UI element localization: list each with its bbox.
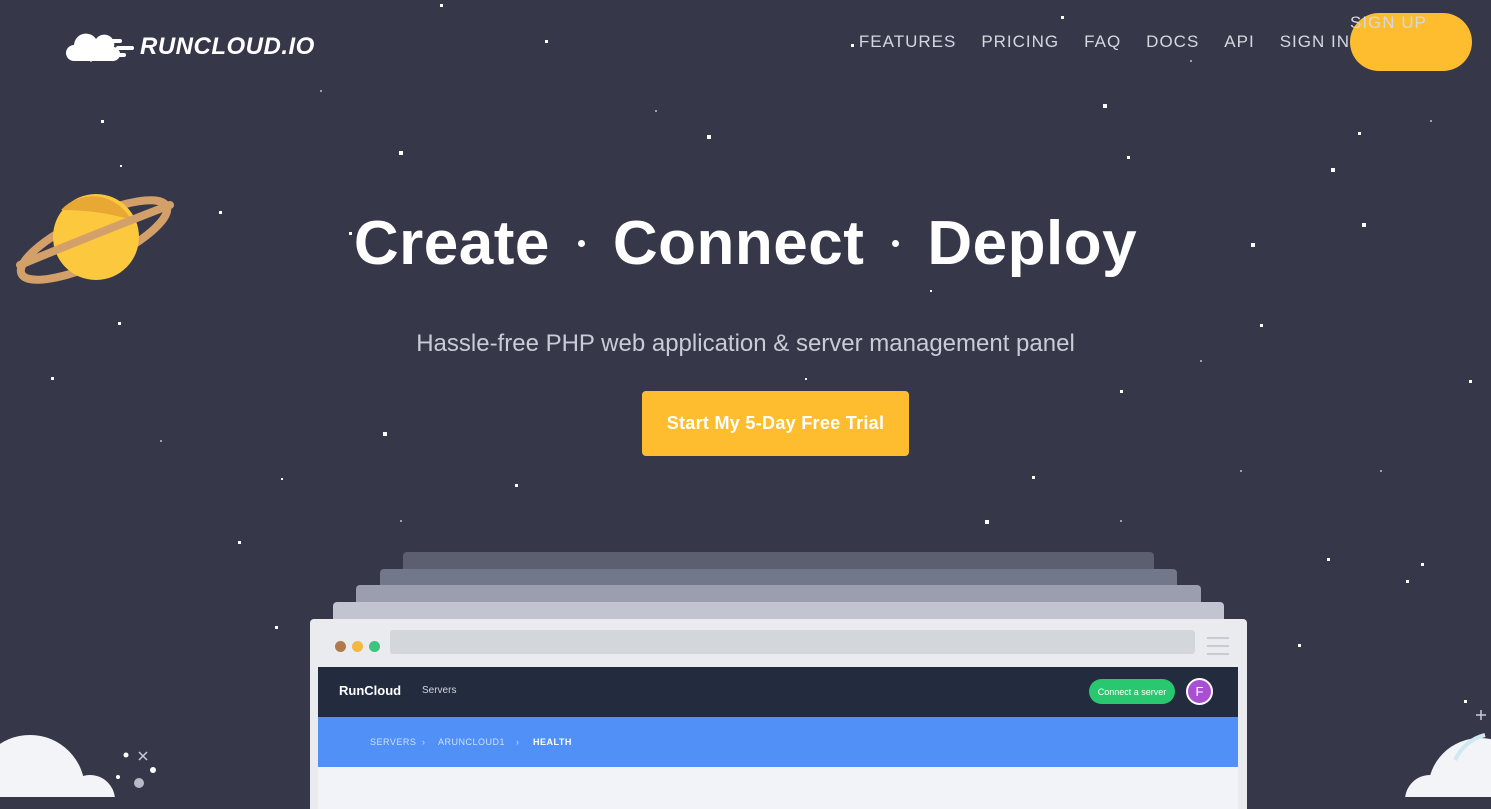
brand-name: RUNCLOUD.IO	[140, 33, 315, 60]
hero-word-connect: Connect	[612, 209, 865, 278]
preview-brand: RunCloud	[339, 683, 402, 698]
hero-word-deploy: Deploy	[927, 209, 1138, 278]
breadcrumb-health: HEALTH	[533, 737, 572, 747]
hamburger-menu-icon	[1207, 637, 1229, 661]
app-preview-window: RunCloud Servers Connect a server F SERV…	[310, 619, 1247, 809]
hero-word-create: Create	[353, 209, 550, 278]
window-dot-brown	[335, 641, 346, 652]
separator-dot	[892, 240, 900, 248]
nav-faq[interactable]: FAQ	[1084, 32, 1121, 52]
preview-breadcrumb: SERVERS › ARUNCLOUD1 › HEALTH	[318, 717, 1238, 767]
preview-body	[318, 767, 1238, 809]
nav-sign-in[interactable]: SIGN IN	[1280, 32, 1350, 52]
url-bar	[390, 630, 1195, 654]
sign-up-button[interactable]: SIGN UP	[1350, 13, 1472, 71]
free-trial-button[interactable]: Start My 5-Day Free Trial	[642, 391, 909, 456]
preview-header: RunCloud Servers Connect a server F	[318, 667, 1238, 717]
nav-pricing[interactable]: PRICING	[981, 32, 1059, 52]
connect-server-button: Connect a server	[1089, 679, 1175, 704]
avatar: F	[1186, 678, 1213, 705]
nav-api[interactable]: API	[1224, 32, 1254, 52]
chevron-right-icon: ›	[516, 737, 520, 747]
chevron-right-icon: ›	[422, 737, 426, 747]
cloud-logo-icon	[66, 33, 134, 62]
window-dot-green	[369, 641, 380, 652]
runcloud-logo[interactable]: RUNCLOUD.IO	[66, 31, 315, 63]
separator-dot	[577, 240, 585, 248]
window-dot-yellow	[352, 641, 363, 652]
preview-servers-link: Servers	[422, 685, 457, 696]
breadcrumb-servers: SERVERS	[370, 737, 417, 747]
hero-subtitle: Hassle-free PHP web application & server…	[416, 330, 1075, 357]
nav-features[interactable]: FEATURES	[859, 32, 956, 52]
hero-title: Create Connect Deploy	[0, 208, 1491, 279]
nav-docs[interactable]: DOCS	[1146, 32, 1199, 52]
main-nav: FEATURES PRICING FAQ DOCS API SIGN IN SI…	[834, 13, 1472, 71]
breadcrumb-server: ARUNCLOUD1	[438, 737, 506, 747]
